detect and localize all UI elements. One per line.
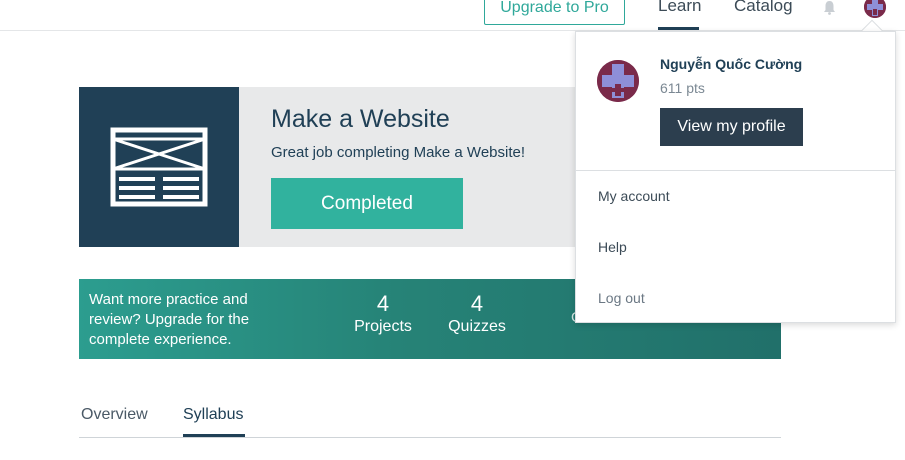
user-name: Nguyễn Quốc Cường: [660, 56, 803, 72]
view-profile-button[interactable]: View my profile: [660, 108, 803, 146]
quizzes-label: Quizzes: [448, 318, 506, 335]
course-tabs: Overview Syllabus: [79, 404, 781, 438]
nav-active-indicator: [658, 27, 699, 30]
projects-count: 4: [376, 291, 390, 316]
top-navbar: Upgrade to Pro Learn Catalog: [0, 0, 905, 31]
user-points: 611 pts: [660, 80, 705, 96]
menu-item-my-account[interactable]: My account: [598, 188, 670, 204]
active-tab-indicator: [183, 434, 245, 437]
quizzes-stat: 4 Quizzes: [445, 291, 509, 337]
quizzes-count: 4: [470, 291, 484, 316]
website-wireframe-icon: [110, 127, 208, 207]
completed-button[interactable]: Completed: [271, 178, 463, 229]
menu-item-help[interactable]: Help: [598, 239, 627, 255]
user-avatar-button[interactable]: [864, 0, 886, 18]
projects-stat: 4 Projects: [349, 291, 417, 337]
tab-overview[interactable]: Overview: [81, 406, 148, 424]
upgrade-to-pro-button[interactable]: Upgrade to Pro: [484, 0, 625, 25]
avatar-pattern-icon: [864, 0, 886, 18]
nav-catalog-link[interactable]: Catalog: [734, 0, 793, 16]
avatar-pattern-icon: [597, 60, 639, 102]
course-title: Make a Website: [271, 105, 450, 133]
menu-divider: [576, 170, 895, 171]
user-dropdown-menu: Nguyễn Quốc Cường 611 pts View my profil…: [575, 31, 896, 323]
nav-learn-link[interactable]: Learn: [658, 0, 701, 16]
avatar: [597, 60, 639, 102]
tab-syllabus[interactable]: Syllabus: [183, 406, 243, 424]
promo-text: Want more practice and review? Upgrade f…: [89, 291, 250, 348]
course-thumbnail: [79, 87, 239, 247]
bell-icon[interactable]: [822, 0, 837, 15]
course-subtitle: Great job completing Make a Website!: [271, 144, 526, 161]
menu-item-log-out[interactable]: Log out: [598, 290, 645, 306]
projects-label: Projects: [354, 318, 412, 335]
